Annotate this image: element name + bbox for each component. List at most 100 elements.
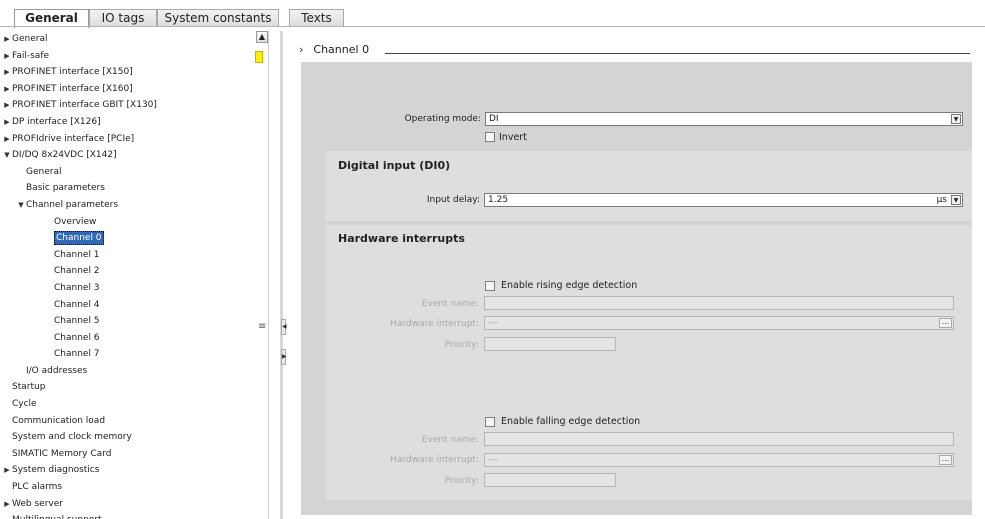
tree-item-label: PROFINET interface GBIT [X130] — [12, 100, 157, 111]
tree-item-label: Channel 4 — [54, 299, 100, 310]
falling-hw-interrupt-input[interactable]: --- ... — [484, 453, 954, 467]
falling-edge-label: Enable falling edge detection — [501, 416, 641, 427]
falling-hw-interrupt-value: --- — [488, 455, 498, 465]
invert-label: Invert — [499, 132, 527, 143]
tab-bar-divider — [0, 26, 985, 27]
tab-texts[interactable]: Texts — [289, 9, 344, 27]
collapse-left-button[interactable]: ◀ — [281, 319, 287, 335]
tree-item[interactable]: Channel 4 — [2, 297, 252, 314]
tree-item[interactable]: Basic parameters — [2, 180, 252, 197]
tree-item[interactable]: Channel 0 — [2, 230, 252, 247]
rising-event-name-input[interactable] — [484, 296, 954, 310]
channel-properties-panel: › Channel 0 Operating mode: DI ▼ Invert D… — [288, 31, 985, 519]
collapse-arrow-icon[interactable]: ▶ — [3, 131, 11, 148]
tree-item-label: DP interface [X126] — [12, 116, 101, 127]
tree-item-label: PROFINET interface [X150] — [12, 67, 133, 78]
chevron-down-icon[interactable]: ▼ — [951, 114, 961, 124]
collapse-arrow-icon[interactable]: ▶ — [3, 64, 11, 81]
collapse-arrow-icon[interactable]: ▶ — [3, 31, 11, 48]
tree-item[interactable]: ▼ DI/DQ 8x24VDC [X142] — [2, 147, 252, 164]
tree-item-label: Channel 5 — [54, 316, 100, 327]
tree-item-label: Multilingual support — [12, 512, 102, 519]
property-tab-bar: General IO tags System constants Texts — [0, 0, 985, 28]
falling-hw-interrupt-label: Hardware interrupt: — [390, 455, 479, 465]
section-header-channel-0[interactable]: › Channel 0 — [299, 43, 369, 56]
falling-event-name-input[interactable] — [484, 432, 954, 446]
tree-item[interactable]: ▶ System diagnostics — [2, 462, 252, 479]
tab-system-constants[interactable]: System constants — [157, 9, 279, 27]
tree-item[interactable]: Cycle — [2, 396, 252, 413]
falling-browse-button[interactable]: ... — [939, 455, 952, 465]
collapse-arrow-icon[interactable]: ▶ — [3, 496, 11, 513]
rising-hw-interrupt-input[interactable]: --- ... — [484, 316, 954, 330]
tree-item-label: Channel 2 — [54, 266, 100, 277]
tree-item[interactable]: ▶ General — [2, 31, 252, 48]
tree-item[interactable]: ▶ PROFINET interface GBIT [X130] — [2, 97, 252, 114]
tree-item-label: Channel 1 — [54, 249, 100, 260]
falling-edge-checkbox[interactable] — [485, 417, 495, 427]
tree-item[interactable]: Channel 1 — [2, 247, 252, 264]
tree-item-label: Channel 3 — [54, 282, 100, 293]
input-delay-unit: µs — [936, 195, 947, 205]
expand-arrow-icon[interactable]: ▼ — [17, 197, 25, 214]
tree-item-label: Communication load — [12, 415, 106, 426]
tree-item[interactable]: ▼ Channel parameters — [2, 197, 252, 214]
falling-priority-input[interactable] — [484, 473, 616, 487]
tree-item[interactable]: Channel 7 — [2, 346, 252, 363]
operating-mode-value: DI — [489, 114, 499, 124]
tree-item[interactable]: Channel 6 — [2, 330, 252, 347]
rising-browse-button[interactable]: ... — [939, 318, 952, 328]
tree-item[interactable]: Overview — [2, 214, 252, 231]
tree-item[interactable]: General — [2, 164, 252, 181]
tree-item[interactable]: ▶ PROFINET interface [X160] — [2, 81, 252, 98]
scrollbar-track[interactable] — [268, 31, 269, 519]
collapse-arrow-icon[interactable]: ▶ — [3, 97, 11, 114]
tree-item[interactable]: SIMATIC Memory Card — [2, 446, 252, 463]
fail-safe-marker-icon — [255, 51, 263, 63]
tree-item-label: Basic parameters — [26, 183, 105, 194]
tree-item[interactable]: ▶ PROFINET interface [X150] — [2, 64, 252, 81]
tree-item-label: Channel 0 — [54, 231, 104, 246]
tree-item[interactable]: System and clock memory — [2, 429, 252, 446]
rising-edge-checkbox[interactable] — [485, 281, 495, 291]
tree-item[interactable]: PLC alarms — [2, 479, 252, 496]
rising-priority-input[interactable] — [484, 337, 616, 351]
operating-mode-select[interactable]: DI ▼ — [485, 112, 963, 126]
tree-item[interactable]: I/O addresses — [2, 363, 252, 380]
tree-item[interactable]: Channel 5 — [2, 313, 252, 330]
tree-item[interactable]: Communication load — [2, 413, 252, 430]
tree-item-label: SIMATIC Memory Card — [12, 448, 112, 459]
tree-item-label: DI/DQ 8x24VDC [X142] — [12, 150, 117, 161]
splitter-bar[interactable] — [280, 31, 283, 519]
rising-hw-interrupt-value: --- — [488, 318, 498, 328]
tree-item-label: PROFIdrive interface [PCIe] — [12, 133, 135, 144]
collapse-arrow-icon[interactable]: ▶ — [3, 48, 11, 65]
rising-edge-label: Enable rising edge detection — [501, 280, 638, 291]
input-delay-label: Input delay: — [426, 195, 480, 205]
navigation-tree: ▶ General ▶ Fail-safe ▶ PROFINET interface [X… — [2, 31, 252, 519]
tree-item[interactable]: ▶ PROFIdrive interface [PCIe] — [2, 131, 252, 148]
tree-item[interactable]: Startup — [2, 379, 252, 396]
tree-item[interactable]: ▶ Fail-safe — [2, 48, 252, 65]
splitter-grip-icon[interactable]: ≡ — [258, 321, 266, 332]
tree-item[interactable]: ▶ DP interface [X126] — [2, 114, 252, 131]
expand-arrow-icon[interactable]: ▼ — [3, 147, 11, 164]
expand-right-button[interactable]: ▶ — [281, 349, 287, 365]
tree-item-label: PLC alarms — [12, 482, 63, 493]
tree-item-label: Overview — [54, 216, 97, 227]
collapse-arrow-icon[interactable]: ▶ — [3, 114, 11, 131]
invert-checkbox[interactable] — [485, 132, 495, 142]
collapse-arrow-icon[interactable]: ▶ — [3, 462, 11, 479]
collapse-arrow-icon[interactable]: ▶ — [3, 81, 11, 98]
input-delay-select[interactable]: 1.25 µs ▼ — [484, 193, 963, 207]
tree-item-label: Startup — [12, 382, 46, 393]
tab-io-tags[interactable]: IO tags — [89, 9, 157, 27]
tree-item[interactable]: ▶ Web server — [2, 496, 252, 513]
chevron-right-icon: › — [299, 43, 304, 56]
tree-item[interactable]: Channel 3 — [2, 280, 252, 297]
tree-item[interactable]: Channel 2 — [2, 263, 252, 280]
tree-item[interactable]: Multilingual support — [2, 512, 252, 519]
tree-scroll-column: ▲ ≡ ◀ ▶ — [252, 31, 287, 519]
chevron-down-icon[interactable]: ▼ — [951, 195, 961, 205]
scroll-up-button[interactable]: ▲ — [256, 31, 268, 43]
